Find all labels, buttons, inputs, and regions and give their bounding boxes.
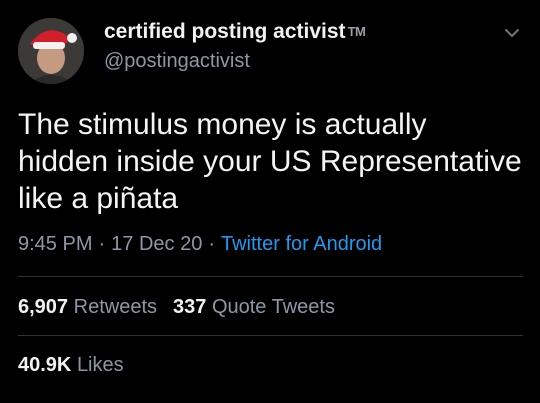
- display-name-text[interactable]: certified posting activist: [104, 20, 346, 43]
- display-name[interactable]: certified posting activist TM: [104, 20, 366, 44]
- tweet-text: The stimulus money is actually hidden in…: [18, 108, 522, 215]
- retweets-label: Retweets: [73, 296, 157, 318]
- retweets-stat[interactable]: 6,907 Retweets: [18, 296, 157, 318]
- quote-tweets-stat[interactable]: 337 Quote Tweets: [173, 296, 335, 318]
- tweet-client-link[interactable]: Twitter for Android: [221, 233, 382, 255]
- user-handle[interactable]: @postingactivist: [104, 49, 365, 73]
- tweet: certified posting activist TM @postingact…: [0, 0, 540, 403]
- tweet-time[interactable]: 9:45 PM: [18, 233, 92, 255]
- user-names: certified posting activist TM @postingact…: [104, 20, 366, 73]
- meta-separator: ·: [98, 233, 106, 255]
- divider: [18, 335, 523, 336]
- engagement-stats: 6,907 Retweets 337 Quote Tweets: [18, 296, 335, 319]
- likes-stats: 40.9K Likes: [18, 354, 124, 377]
- tweet-header: certified posting activist TM @postingact…: [18, 8, 523, 84]
- meta-separator: ·: [208, 233, 215, 255]
- avatar[interactable]: [18, 18, 84, 84]
- tweet-date[interactable]: 17 Dec 20: [111, 233, 202, 255]
- chevron-down-icon[interactable]: [501, 22, 523, 44]
- quote-tweets-count: 337: [173, 296, 207, 318]
- tweet-meta: 9:45 PM · 17 Dec 20 · Twitter for Android: [18, 233, 382, 256]
- likes-count: 40.9K: [18, 354, 72, 376]
- quote-tweets-label: Quote Tweets: [211, 296, 335, 318]
- likes-label: Likes: [76, 354, 124, 376]
- likes-stat[interactable]: 40.9K Likes: [18, 354, 124, 376]
- trademark-mark: TM: [347, 24, 366, 39]
- retweets-count: 6,907: [18, 296, 69, 318]
- divider: [18, 276, 523, 277]
